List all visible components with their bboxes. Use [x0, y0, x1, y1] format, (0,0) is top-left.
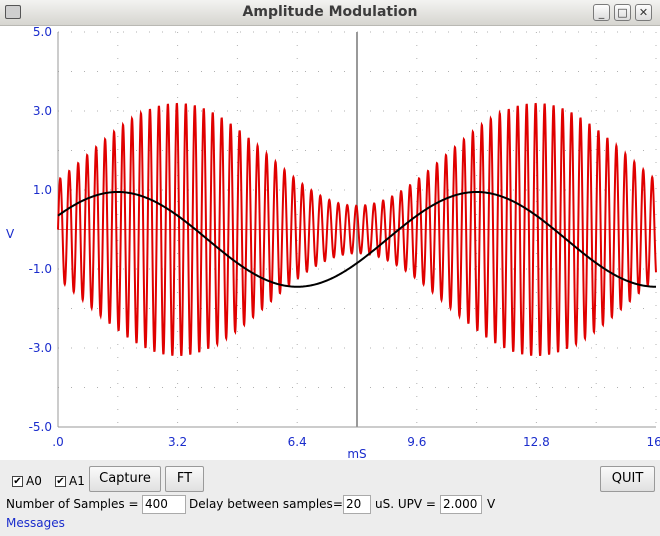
x-tick-label: .0 [52, 435, 63, 449]
x-tick-label: 3.2 [168, 435, 187, 449]
y-tick-labels: 5.0 3.0 1.0 -1.0 -3.0 -5.0 [29, 25, 52, 434]
a0-label: A0 [26, 474, 42, 488]
y-axis-label: V [6, 227, 15, 241]
upv-unit-label: V [487, 497, 496, 511]
x-tick-label: 9.6 [407, 435, 426, 449]
capture-button[interactable]: Capture [89, 466, 161, 492]
y-tick-label: 3.0 [33, 104, 52, 118]
minimize-button[interactable]: _ [593, 4, 610, 21]
y-tick-label: -5.0 [29, 420, 52, 434]
y-tick-label: 1.0 [33, 183, 52, 197]
x-axis-label: mS [347, 447, 366, 460]
title-bar: Amplitude Modulation _ □ ✕ [0, 0, 660, 26]
x-tick-label: 12.8 [523, 435, 550, 449]
delay-input[interactable]: 20 [343, 495, 371, 514]
y-tick-label: 5.0 [33, 26, 52, 39]
x-tick-label: 16. [646, 435, 660, 449]
window-title: Amplitude Modulation [242, 4, 418, 20]
upv-label: uS. UPV = [375, 497, 436, 511]
ft-button[interactable]: FT [165, 466, 204, 492]
y-tick-label: -1.0 [29, 262, 52, 276]
close-button[interactable]: ✕ [635, 4, 652, 21]
a1-label: A1 [69, 474, 85, 488]
delay-label: Delay between samples= [189, 497, 343, 511]
oscilloscope-plot: 5.0 3.0 1.0 -1.0 -3.0 -5.0 .0 3.2 6.4 9.6 12.8 16.… [6, 25, 660, 461]
quit-button[interactable]: QUIT [600, 466, 655, 492]
a0-checkbox[interactable]: ✔ [12, 476, 23, 487]
samples-label: Number of Samples = [6, 497, 139, 511]
y-tick-label: -3.0 [29, 341, 52, 355]
plot-canvas[interactable]: 5.0 3.0 1.0 -1.0 -3.0 -5.0 .0 3.2 6.4 9.6 12.8 16.… [0, 25, 660, 461]
samples-input[interactable]: 400 [142, 495, 186, 514]
messages-label: Messages [6, 516, 65, 530]
x-tick-label: 6.4 [288, 435, 307, 449]
maximize-button[interactable]: □ [614, 4, 631, 21]
upv-input[interactable]: 2.000 [440, 495, 482, 514]
a1-checkbox[interactable]: ✔ [55, 476, 66, 487]
